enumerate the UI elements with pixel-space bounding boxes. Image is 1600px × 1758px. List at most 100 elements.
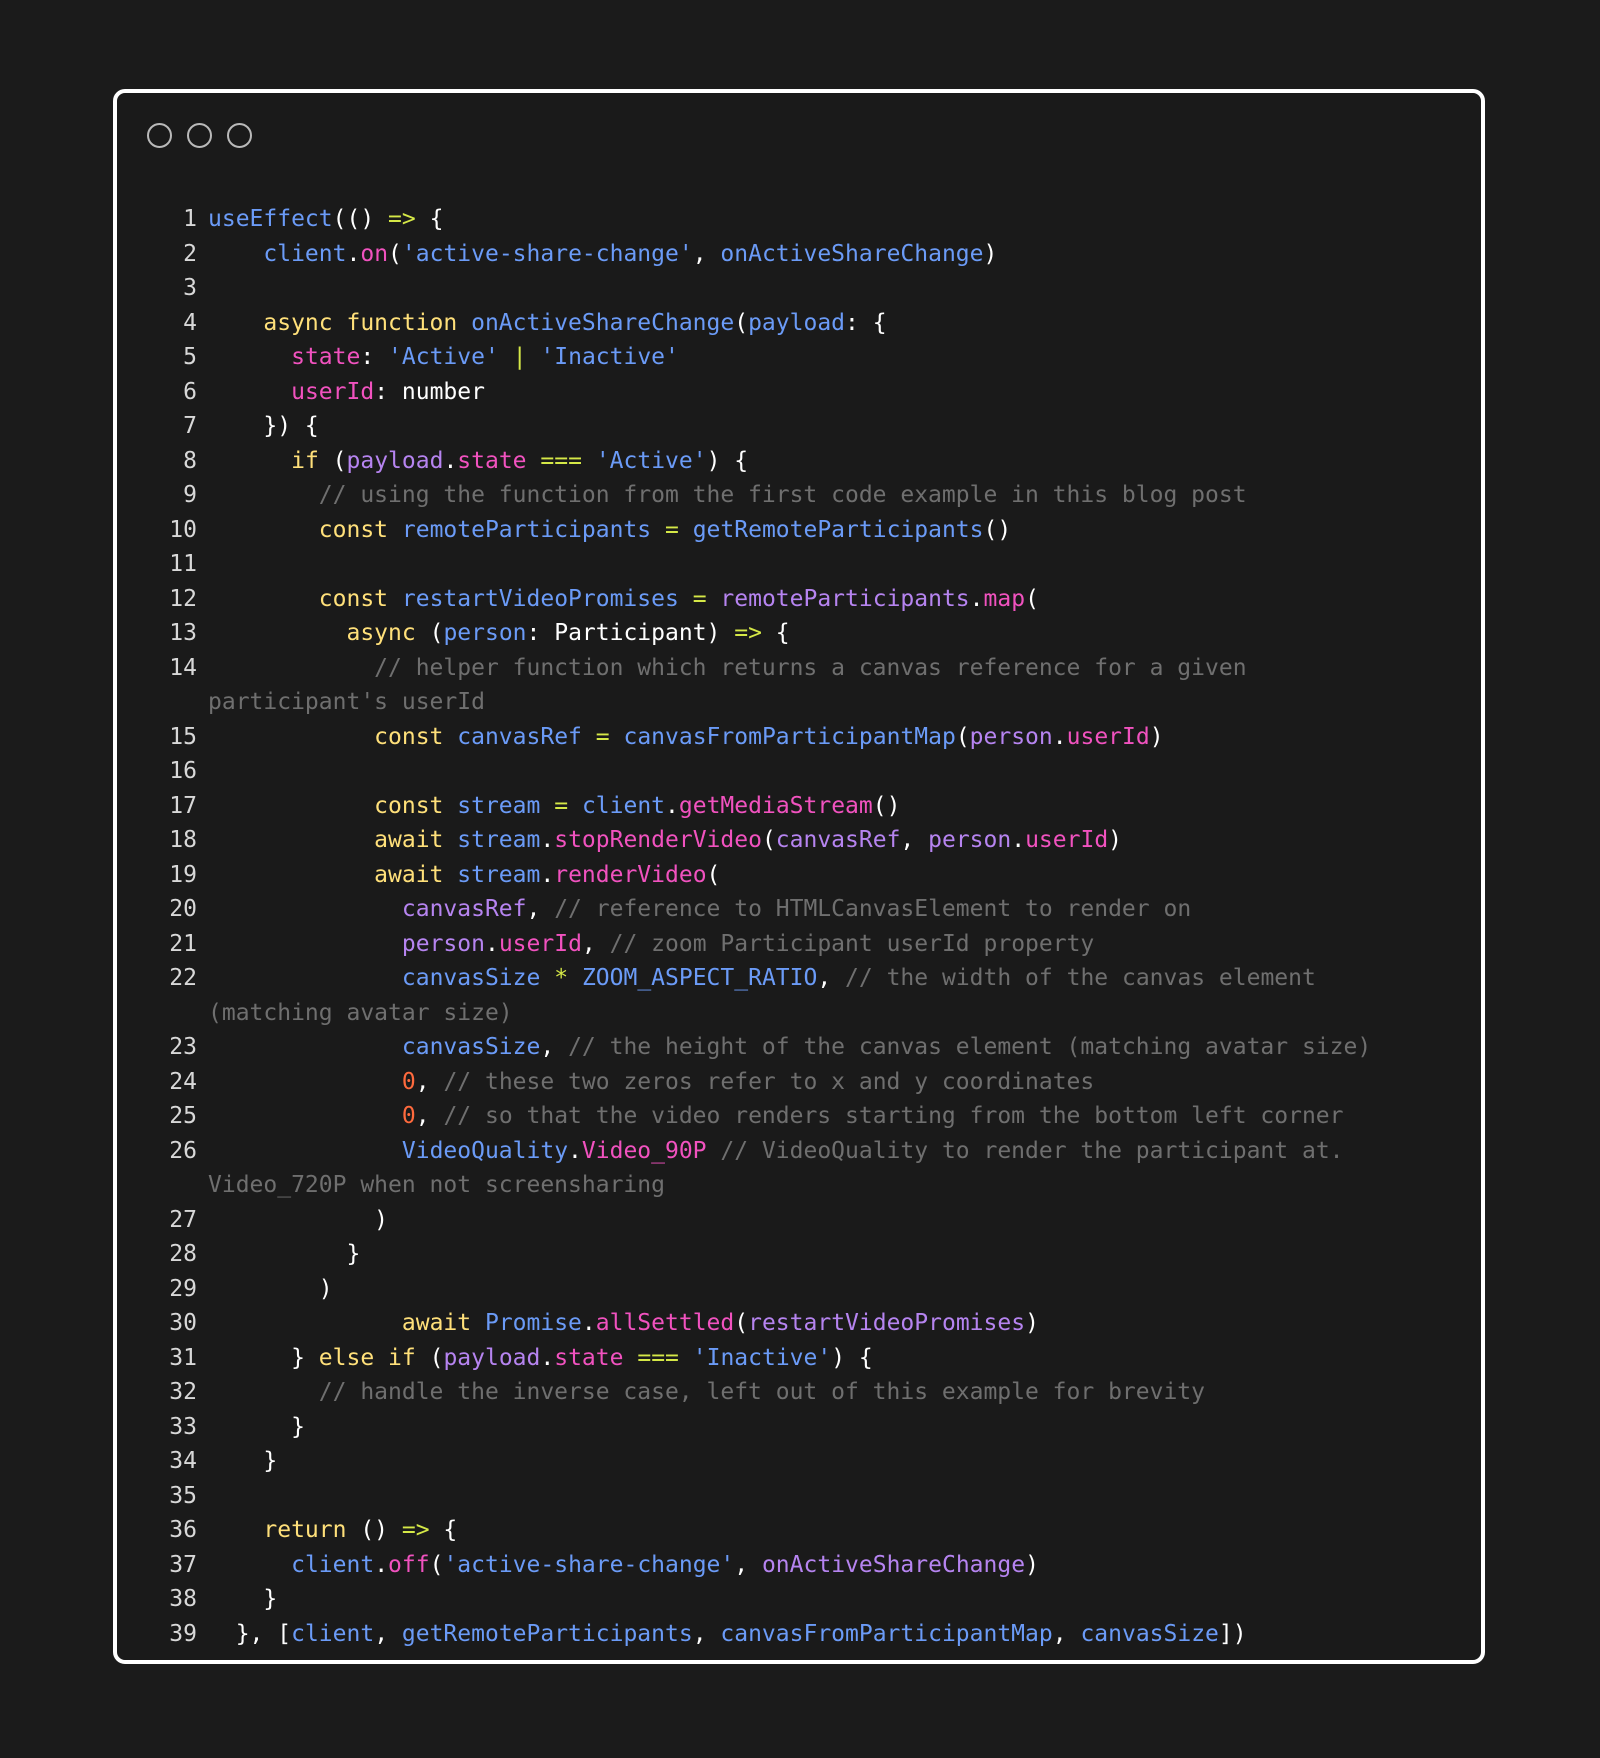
line-number: 3: [183, 275, 197, 301]
code-line: 7 }) {: [117, 409, 1481, 444]
code-token: stream: [457, 861, 541, 888]
code-token: on: [360, 240, 389, 267]
window-maximize-icon[interactable]: [227, 123, 252, 148]
code-token: if: [291, 447, 319, 474]
window-minimize-icon[interactable]: [187, 123, 212, 148]
code-token: await: [374, 861, 458, 888]
code-token: const: [374, 792, 458, 819]
line-number: 30: [169, 1310, 197, 1336]
code-token: (: [706, 861, 721, 888]
code-line: 13 async (person: Participant) => {: [117, 616, 1481, 651]
code-line: 5 state: 'Active' | 'Inactive': [117, 340, 1481, 375]
code-token: // zoom Participant userId property: [609, 930, 1095, 957]
code-token: remoteParticipants: [401, 516, 652, 543]
code-token: }, [: [208, 1620, 292, 1647]
code-line: 15 const canvasRef = canvasFromParticipa…: [117, 720, 1481, 755]
code-token: : {: [845, 309, 887, 336]
code-line: 28 }: [117, 1237, 1481, 1272]
code-token: ): [983, 240, 998, 267]
line-number: 29: [169, 1275, 197, 1302]
code-line: 36 return () => {: [117, 1513, 1481, 1548]
code-token: ): [208, 1275, 333, 1302]
code-token: ,: [374, 1620, 402, 1647]
code-token: restartVideoPromises: [748, 1310, 1026, 1336]
code-line: 16​: [117, 754, 1481, 789]
code-token: ): [1025, 1310, 1039, 1336]
line-number: 24: [169, 1068, 197, 1095]
line-number: 16: [169, 758, 197, 784]
code-token: async: [346, 620, 416, 646]
code-token: // reference to HTMLCanvasElement to ren…: [554, 896, 1192, 922]
code-token: state: [457, 447, 527, 474]
code-line: 39 }, [client, getRemoteParticipants, ca…: [117, 1617, 1481, 1652]
code-token: ((): [332, 206, 389, 232]
code-token: ZOOM_ASPECT_RATIO: [581, 965, 818, 991]
code-token: 'Active': [595, 447, 707, 474]
code-token: userId: [1025, 827, 1109, 853]
code-token: .: [969, 585, 984, 612]
code-token: .: [540, 1344, 555, 1371]
code-token: renderVideo: [554, 861, 707, 888]
code-token: state: [291, 344, 361, 370]
code-token: .: [568, 1137, 582, 1164]
code-token: async function: [263, 309, 472, 336]
code-token: getRemoteParticipants: [401, 1620, 693, 1647]
window-close-icon[interactable]: [147, 123, 172, 148]
line-number: 38: [169, 1586, 197, 1612]
code-token: ,: [415, 1068, 444, 1095]
code-line: 33 }: [117, 1410, 1481, 1445]
code-token: 'Inactive': [540, 344, 679, 370]
code-token: (: [415, 620, 444, 646]
code-token: // so that the video renders starting fr…: [443, 1103, 1344, 1129]
code-token: ): [208, 1206, 389, 1233]
code-token: ,: [817, 965, 846, 991]
line-number: 6: [183, 378, 197, 405]
code-line: 20 canvasRef, // reference to HTMLCanvas…: [117, 892, 1481, 927]
code-token: : number: [374, 378, 485, 405]
code-token: }: [208, 1586, 278, 1612]
code-token: (: [388, 240, 402, 267]
code-line: 19 await stream.renderVideo(: [117, 858, 1481, 893]
code-token: {: [761, 620, 790, 646]
line-number: 33: [169, 1413, 197, 1440]
code-token: stream: [457, 792, 541, 819]
code-token: payload: [748, 309, 846, 336]
code-token: person: [969, 723, 1053, 750]
code-token: getRemoteParticipants: [692, 516, 984, 543]
line-number: 37: [169, 1551, 197, 1578]
code-token: }: [208, 1344, 319, 1371]
code-token: client: [291, 1620, 375, 1647]
code-token: ): [1108, 827, 1123, 853]
code-token: (: [415, 1344, 444, 1371]
code-token: {: [429, 1517, 458, 1543]
code-token: ,: [1052, 1620, 1081, 1647]
code-token: canvasFromParticipantMap: [720, 1620, 1053, 1647]
code-token: ,: [526, 896, 555, 922]
code-line: 1 useEffect(() => {: [117, 202, 1481, 237]
code-token: =>: [401, 1517, 430, 1543]
code-line: 34 }: [117, 1444, 1481, 1479]
code-token: canvasRef: [775, 827, 901, 853]
code-token: ===: [637, 1344, 679, 1371]
code-token: userId: [1066, 723, 1150, 750]
code-token: else if: [318, 1344, 416, 1371]
code-token: ,: [692, 1620, 721, 1647]
code-token: (: [429, 1551, 444, 1578]
code-token: canvasFromParticipantMap: [623, 723, 956, 750]
line-number: 17: [169, 792, 197, 819]
line-number: 18: [169, 827, 197, 853]
